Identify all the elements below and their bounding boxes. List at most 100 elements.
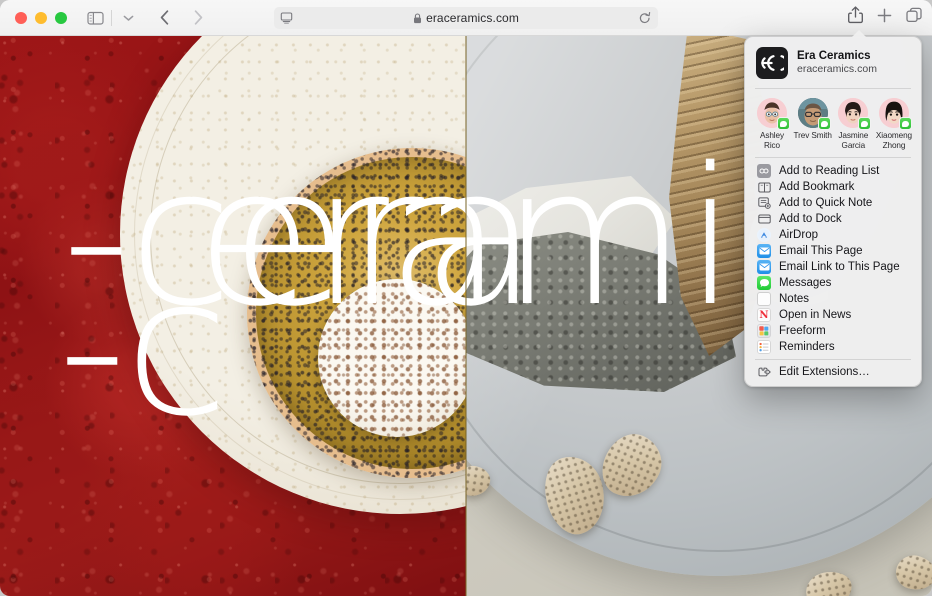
menu-item-label: Add to Quick Note: [779, 196, 873, 209]
new-tab-button[interactable]: [877, 8, 892, 23]
person-name: Trev Smith: [794, 131, 832, 141]
toolbar-divider: [111, 9, 112, 26]
chevron-left-icon: [160, 10, 168, 25]
person-suggestion[interactable]: Ashley Rico: [752, 98, 792, 150]
freeform-icon: [757, 324, 771, 339]
menu-item-add-bookmark[interactable]: Add Bookmark: [745, 179, 921, 195]
tab-overview-icon: [906, 7, 922, 23]
menu-item-email-link-to-this-page[interactable]: Email Link to This Page: [745, 259, 921, 275]
menu-item-open-in-news[interactable]: N Open in News: [745, 307, 921, 323]
menu-item-reminders[interactable]: Reminders: [745, 339, 921, 355]
cup-speckles: [318, 279, 466, 437]
menu-item-add-to-dock[interactable]: Add to Dock: [745, 211, 921, 227]
menu-item-messages[interactable]: Messages: [745, 275, 921, 291]
tab-overview-button[interactable]: [906, 7, 922, 23]
mail-icon: [757, 244, 771, 259]
person-suggestion[interactable]: Xiaomeng Zhong: [874, 98, 914, 150]
menu-item-label: Add Bookmark: [779, 180, 855, 193]
person-name-line2: Rico: [764, 140, 780, 150]
hero-image-left: [0, 36, 466, 596]
news-icon: N: [757, 308, 771, 323]
messages-badge-icon: [858, 117, 872, 130]
person-name-line1: Ashley: [760, 131, 784, 140]
menu-item-add-to-reading-list[interactable]: Add to Reading List: [745, 163, 921, 179]
page-settings-icon: [280, 12, 293, 24]
image-divider: [465, 36, 467, 596]
toolbar-right-tools: [848, 6, 922, 24]
menu-item-label: Notes: [779, 292, 810, 305]
share-icon: [848, 6, 863, 24]
menu-item-label: AirDrop: [779, 228, 818, 241]
popover-site-name: Era Ceramics: [797, 49, 871, 62]
menu-item-label: Add to Dock: [779, 212, 842, 225]
popover-suggested-people: Ashley Rico Trev Smith Jasmine Garcia Xi…: [745, 89, 921, 157]
person-name-line1: Trev Smith: [793, 131, 832, 140]
quick-note-icon: [757, 196, 771, 210]
menu-item-notes[interactable]: Notes: [745, 291, 921, 307]
forward-button[interactable]: [184, 6, 212, 30]
menu-item-label: Email This Page: [779, 244, 863, 257]
chevron-right-icon: [194, 10, 202, 25]
reload-icon: [639, 11, 651, 23]
sidebar-controls: [81, 6, 142, 30]
menu-item-label: Add to Reading List: [779, 164, 880, 177]
menu-item-freeform[interactable]: Freeform: [745, 323, 921, 339]
browser-toolbar: eraceramics.com: [0, 0, 932, 36]
messages-badge-icon: [817, 117, 831, 130]
close-button[interactable]: [15, 11, 27, 24]
window-traffic-lights: [0, 11, 67, 24]
plus-icon: [877, 8, 892, 22]
reminders-icon: [757, 340, 771, 355]
notes-icon: [757, 292, 771, 307]
navigation-controls: [150, 6, 212, 30]
menu-item-label: Freeform: [779, 324, 826, 337]
chevron-down-icon: [123, 15, 133, 21]
person-name-line2: Garcia: [841, 140, 866, 150]
safari-window: eraceramics.com ‐cera ‐c eramic Era Cera…: [0, 0, 932, 596]
reload-button[interactable]: [639, 11, 651, 25]
minimize-button[interactable]: [35, 11, 47, 24]
extensions-icon: [757, 365, 771, 379]
menu-item-label: Open in News: [779, 308, 852, 321]
airdrop-icon: [757, 228, 771, 243]
address-bar-container: eraceramics.com: [274, 7, 658, 29]
bookmark-icon: [757, 180, 771, 194]
menu-item-label: Email Link to This Page: [779, 260, 900, 273]
mail-icon: [757, 260, 771, 275]
sidebar-options-button[interactable]: [114, 6, 142, 30]
menu-item-email-this-page[interactable]: Email This Page: [745, 243, 921, 259]
person-name-line2: Zhong: [882, 140, 906, 150]
menu-item-edit-extensions[interactable]: Edit Extensions…: [745, 364, 921, 380]
share-popover: Era Ceramics eraceramics.com Ashley Rico…: [744, 30, 922, 388]
person-name: Ashley Rico: [760, 131, 784, 150]
person-suggestion[interactable]: Jasmine Garcia: [833, 98, 873, 150]
menu-item-airdrop[interactable]: AirDrop: [745, 227, 921, 243]
person-name-line1: Xiaomeng: [875, 131, 912, 140]
messages-icon: [757, 276, 771, 291]
era-ceramics-logo-icon: [756, 47, 788, 79]
messages-badge-icon: [777, 117, 790, 130]
share-button[interactable]: [848, 6, 863, 24]
menu-item-label: Messages: [779, 276, 832, 289]
page-settings-button[interactable]: [280, 12, 293, 24]
address-bar-content: eraceramics.com: [274, 11, 658, 25]
address-bar[interactable]: eraceramics.com: [274, 7, 658, 29]
zoom-button[interactable]: [55, 11, 67, 24]
popover-site-header: Era Ceramics eraceramics.com: [745, 37, 921, 88]
menu-item-add-to-quick-note[interactable]: Add to Quick Note: [745, 195, 921, 211]
person-name: Jasmine Garcia: [838, 131, 868, 150]
menu-item-label: Reminders: [779, 340, 835, 353]
popover-action-list: Add to Reading List Add Bookmark Add to …: [745, 158, 921, 359]
popover-site-host: eraceramics.com: [797, 63, 877, 76]
popover-footer: Edit Extensions…: [745, 360, 921, 386]
show-sidebar-button[interactable]: [81, 6, 109, 30]
reading-list-icon: [757, 164, 771, 179]
person-name: Xiaomeng Zhong: [876, 131, 912, 150]
sidebar-icon: [86, 11, 104, 25]
person-suggestion[interactable]: Trev Smith: [793, 98, 833, 150]
back-button[interactable]: [150, 6, 178, 30]
lock-icon: [413, 12, 422, 24]
address-bar-url[interactable]: eraceramics.com: [426, 11, 519, 25]
dock-icon: [757, 212, 771, 226]
person-name-line1: Jasmine: [838, 131, 869, 140]
